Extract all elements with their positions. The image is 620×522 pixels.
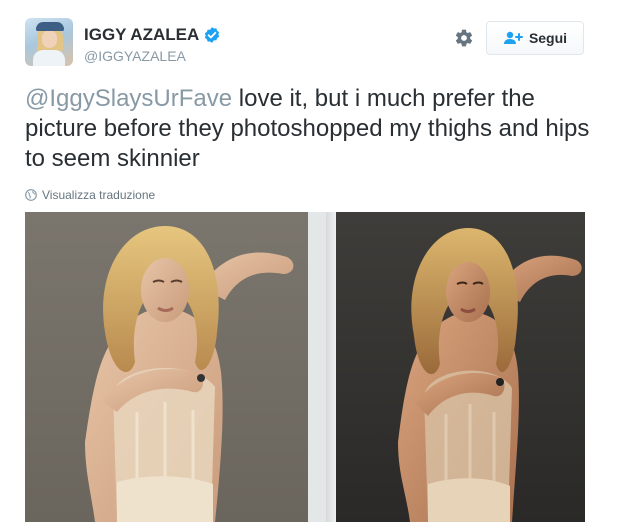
translate-link[interactable]: Visualizza traduzione [25, 188, 155, 202]
photo-before[interactable] [25, 212, 308, 522]
add-user-icon [503, 31, 523, 44]
follow-button-label: Segui [528, 30, 568, 46]
avatar-face [42, 30, 57, 48]
gear-icon[interactable] [454, 28, 474, 48]
tweet-text: @IggySlaysUrFave love it, but i much pre… [25, 84, 600, 174]
photo-before-figure [85, 226, 294, 522]
photo-after-figure [398, 228, 582, 522]
display-name-row[interactable]: IGGY AZALEA [84, 25, 221, 45]
globe-icon [25, 189, 37, 201]
avatar[interactable] [25, 18, 73, 66]
photo-divider-shade [326, 212, 336, 522]
photo-after[interactable] [336, 212, 585, 522]
translate-label: Visualizza traduzione [42, 188, 156, 202]
avatar-cap [36, 22, 64, 31]
mention-link[interactable]: @IggySlaysUrFave [25, 85, 232, 112]
avatar-shirt [33, 50, 65, 66]
display-name[interactable]: IGGY AZALEA [84, 25, 199, 45]
verified-badge-icon [205, 27, 220, 43]
media-container[interactable] [25, 212, 585, 522]
follow-button[interactable]: Segui [486, 21, 584, 55]
photo-divider [308, 212, 336, 522]
user-handle[interactable]: @IGGYAZALEA [84, 48, 186, 64]
